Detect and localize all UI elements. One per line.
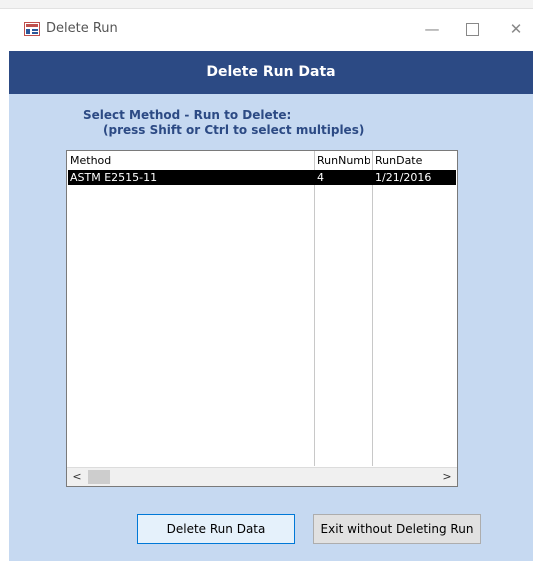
form-header: Delete Run Data: [9, 51, 533, 94]
delete-run-data-button[interactable]: Delete Run Data: [137, 514, 295, 544]
list-row-selected[interactable]: ASTM E2515-11 4 1/21/2016: [68, 170, 456, 185]
scroll-left-button[interactable]: <: [69, 469, 85, 485]
form-title: Delete Run Data: [206, 64, 336, 80]
column-divider: [372, 151, 373, 466]
column-divider: [314, 151, 315, 466]
maximize-button[interactable]: [449, 9, 495, 49]
column-header-method: Method: [70, 154, 112, 167]
form-icon: [24, 22, 40, 36]
window-title: Delete Run: [46, 21, 118, 36]
scroll-right-button[interactable]: >: [439, 469, 455, 485]
column-header-run-number: RunNumb: [317, 154, 370, 167]
title-bar: Delete Run — ✕: [9, 9, 533, 51]
close-button[interactable]: ✕: [493, 9, 533, 49]
instruction-hint: (press Shift or Ctrl to select multiples…: [103, 123, 365, 137]
cell-method: ASTM E2515-11: [70, 171, 158, 184]
horizontal-scrollbar[interactable]: < >: [67, 467, 457, 486]
run-listbox[interactable]: Method RunNumb RunDate ASTM E2515-11 4 1…: [66, 150, 458, 487]
instruction-label: Select Method - Run to Delete:: [83, 108, 292, 122]
cell-run-number: 4: [317, 171, 324, 184]
cell-run-date: 1/21/2016: [375, 171, 432, 184]
maximize-icon: [465, 23, 479, 36]
window-top-edge: [0, 0, 533, 9]
scrollbar-thumb[interactable]: [88, 470, 110, 484]
column-header-run-date: RunDate: [375, 154, 423, 167]
form-body: Select Method - Run to Delete: (press Sh…: [9, 94, 533, 561]
exit-without-deleting-button[interactable]: Exit without Deleting Run: [313, 514, 481, 544]
